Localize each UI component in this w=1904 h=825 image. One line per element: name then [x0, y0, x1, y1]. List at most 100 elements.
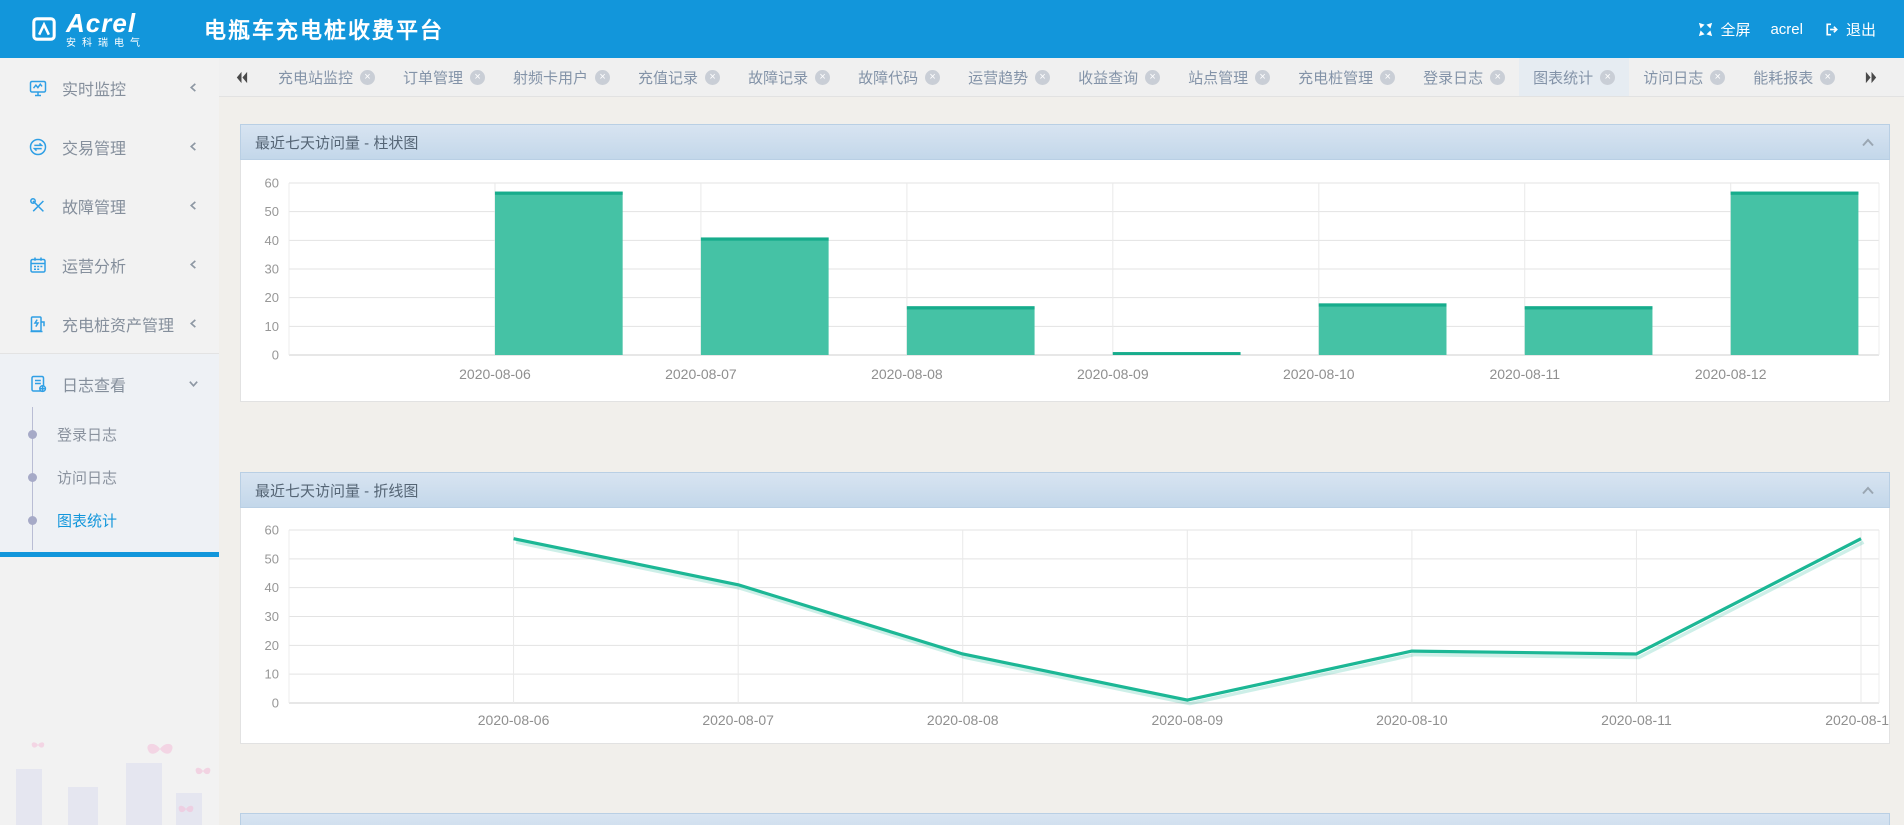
- tab-close-icon[interactable]: ×: [1600, 70, 1615, 85]
- close-operations-menu[interactable]: 关闭操作: [1894, 67, 1904, 88]
- tab-label: 运营趋势: [968, 67, 1028, 88]
- tab-item[interactable]: 登录日志×: [1409, 58, 1519, 97]
- tab-label: 充值记录: [638, 67, 698, 88]
- svg-text:30: 30: [265, 609, 279, 624]
- sidebar-item-chart-stats[interactable]: 图表统计: [0, 499, 219, 542]
- tab-item[interactable]: 收益查询×: [1064, 58, 1174, 97]
- sidebar-item-label: 交易管理: [62, 135, 188, 159]
- line-chart-panel-title: 最近七天访问量 - 折线图: [255, 480, 1861, 501]
- sidebar-item-realtime-monitor[interactable]: 实时监控: [0, 58, 219, 117]
- svg-text:60: 60: [265, 176, 279, 191]
- line-chart-panel: 最近七天访问量 - 折线图 01020304050602020-08-06202…: [240, 472, 1890, 744]
- chevron-down-icon: [188, 378, 199, 389]
- tab-close-icon[interactable]: ×: [925, 70, 940, 85]
- svg-text:40: 40: [265, 233, 279, 248]
- sidebar-item-label: 实时监控: [62, 76, 188, 100]
- tab-item[interactable]: 充值记录 ×: [624, 58, 734, 97]
- svg-text:2020-08-09: 2020-08-09: [1151, 712, 1223, 728]
- svg-text:2020-08-07: 2020-08-07: [665, 366, 737, 382]
- username-link[interactable]: acrel: [1770, 21, 1803, 38]
- exchange-icon: [28, 137, 48, 157]
- sidebar-item-pile-asset-mgmt[interactable]: 充电桩资产管理: [0, 294, 219, 353]
- tab-label: 故障代码: [858, 67, 918, 88]
- content-area: 最近七天访问量 - 柱状图 01020304050602020-08-06202…: [219, 97, 1904, 825]
- svg-text:2020-08-08: 2020-08-08: [927, 712, 999, 728]
- tab-close-icon[interactable]: ×: [1820, 70, 1835, 85]
- tab-close-icon[interactable]: ×: [1035, 70, 1050, 85]
- tab-item[interactable]: 故障代码 ×: [844, 58, 954, 97]
- tab-close-icon[interactable]: ×: [1380, 70, 1395, 85]
- tab-close-icon[interactable]: ×: [470, 70, 485, 85]
- tab-label: 访问日志: [1643, 67, 1703, 88]
- chevron-left-icon: [188, 141, 199, 152]
- tab-label: 图表统计: [1533, 67, 1593, 88]
- sidebar-item-login-log[interactable]: 登录日志: [0, 413, 219, 456]
- svg-text:2020-08-08: 2020-08-08: [871, 366, 943, 382]
- logout-button[interactable]: 退出: [1823, 19, 1876, 40]
- log-icon: [28, 374, 48, 394]
- sidebar-item-transaction-mgmt[interactable]: 交易管理: [0, 117, 219, 176]
- sidebar-item-operation-analysis[interactable]: 运营分析: [0, 235, 219, 294]
- bar-chart-panel-header: 最近七天访问量 - 柱状图: [240, 124, 1890, 160]
- tab-item[interactable]: 访问日志 ×: [1629, 58, 1739, 97]
- top-header: Acrel 安科瑞电气 电瓶车充电桩收费平台 全屏 acrel 退出: [0, 0, 1904, 58]
- tab-close-icon[interactable]: ×: [815, 70, 830, 85]
- sidebar-item-label: 充电桩资产管理: [62, 312, 188, 336]
- tab-close-icon[interactable]: ×: [595, 70, 610, 85]
- bullet-dot-icon: [28, 516, 37, 525]
- chevron-left-icon: [188, 82, 199, 93]
- monitor-icon: [28, 78, 48, 98]
- sidebar-item-access-log[interactable]: 访问日志: [0, 456, 219, 499]
- fullscreen-icon: [1697, 21, 1714, 38]
- svg-text:2020-08-11: 2020-08-11: [1601, 712, 1672, 728]
- tab-close-icon[interactable]: ×: [1490, 70, 1505, 85]
- tab-label: 站点管理: [1188, 67, 1248, 88]
- bar-chart: 01020304050602020-08-062020-08-072020-08…: [241, 160, 1889, 401]
- fullscreen-label: 全屏: [1720, 19, 1750, 40]
- tab-close-icon[interactable]: ×: [705, 70, 720, 85]
- tab-item[interactable]: 能耗报表 ×: [1739, 58, 1849, 97]
- tab-item[interactable]: 故障记录 ×: [734, 58, 844, 97]
- svg-text:2020-08-06: 2020-08-06: [478, 712, 550, 728]
- svg-text:50: 50: [265, 551, 279, 566]
- chevron-left-icon: [188, 318, 199, 329]
- tab-close-icon[interactable]: ×: [360, 70, 375, 85]
- tab-list: 充电站监控×订单管理×射频卡用户×充值记录×故障记录×故障代码×运营趋势×收益查…: [264, 58, 1849, 97]
- tab-item[interactable]: 充电站监控×: [264, 58, 389, 97]
- tools-icon: [28, 196, 48, 216]
- app-window: Acrel 安科瑞电气 电瓶车充电桩收费平台 全屏 acrel 退出: [0, 0, 1904, 825]
- tab-close-icon[interactable]: ×: [1710, 70, 1725, 85]
- sidebar-item-label: 日志查看: [62, 372, 188, 396]
- bullet-dot-icon: [28, 473, 37, 482]
- tab-label: 故障记录: [748, 67, 808, 88]
- next-panel-header: [240, 813, 1890, 825]
- scroll-tabs-left-icon[interactable]: [219, 70, 264, 85]
- tab-label: 能耗报表: [1753, 67, 1813, 88]
- tab-item[interactable]: 运营趋势 ×: [954, 58, 1064, 97]
- tab-close-icon[interactable]: ×: [1255, 70, 1270, 85]
- tab-label: 射频卡用户: [513, 67, 588, 88]
- bar-chart-panel: 最近七天访问量 - 柱状图 01020304050602020-08-06202…: [240, 124, 1890, 402]
- svg-text:10: 10: [265, 319, 279, 334]
- tab-close-icon[interactable]: ×: [1145, 70, 1160, 85]
- sidebar-item-fault-mgmt[interactable]: 故障管理: [0, 176, 219, 235]
- sidebar-item-log-view[interactable]: 日志查看: [0, 354, 219, 413]
- tab-item[interactable]: 站点管理 ×: [1174, 58, 1284, 97]
- scroll-tabs-right-icon[interactable]: [1849, 70, 1894, 85]
- svg-text:40: 40: [265, 580, 279, 595]
- collapse-panel-icon[interactable]: [1861, 137, 1875, 148]
- fullscreen-button[interactable]: 全屏: [1697, 19, 1750, 40]
- logout-label: 退出: [1846, 19, 1876, 40]
- tab-item[interactable]: 图表统计 ×: [1519, 58, 1629, 97]
- tab-item[interactable]: 充电桩管理×: [1284, 58, 1409, 97]
- sidebar-subitem-label: 图表统计: [57, 510, 117, 531]
- pile-icon: [28, 314, 48, 334]
- brand-subname: 安科瑞电气: [66, 39, 146, 49]
- tab-item[interactable]: 射频卡用户 ×: [499, 58, 624, 97]
- collapse-panel-icon[interactable]: [1861, 485, 1875, 496]
- svg-text:20: 20: [265, 638, 279, 653]
- svg-text:60: 60: [265, 523, 279, 538]
- svg-text:20: 20: [265, 290, 279, 305]
- bullet-dot-icon: [28, 430, 37, 439]
- tab-item[interactable]: 订单管理×: [389, 58, 499, 97]
